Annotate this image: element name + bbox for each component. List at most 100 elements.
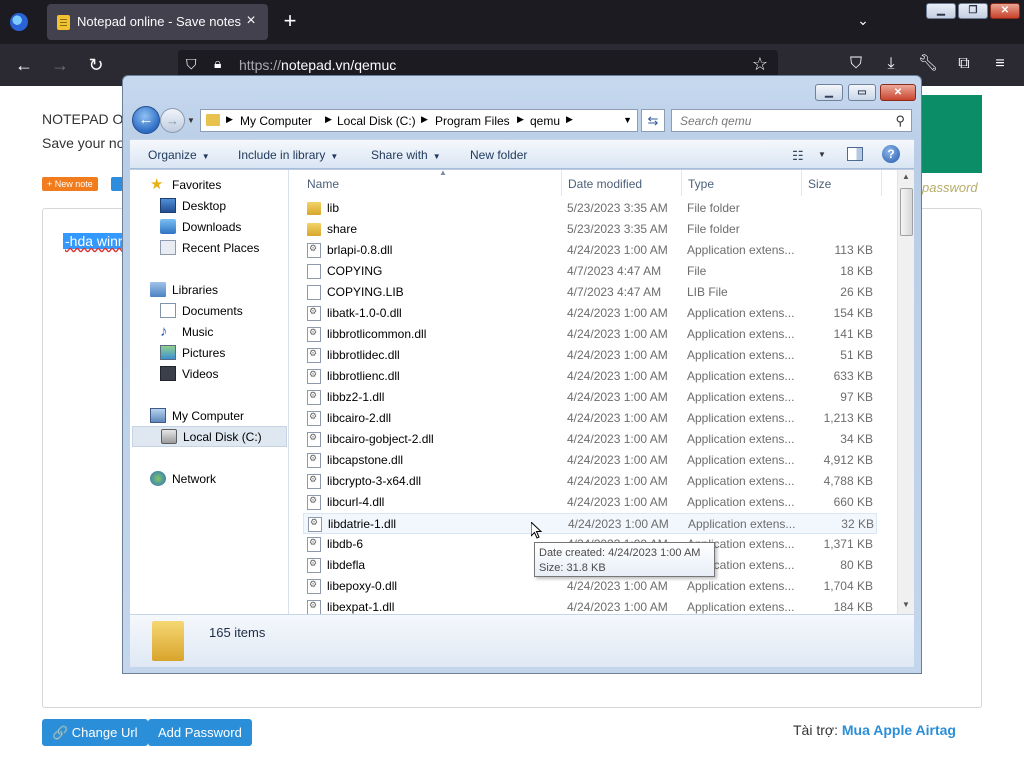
change-view-icon[interactable]: ☷: [792, 148, 804, 164]
refresh-icon[interactable]: ⇆: [641, 109, 665, 132]
nav-libraries[interactable]: Libraries: [150, 280, 280, 300]
file-row[interactable]: libcairo-2.dll 4/24/2023 1:00 AM Applicati…: [303, 408, 877, 429]
include-in-library-button[interactable]: Include in library ▼: [238, 148, 338, 162]
nav-documents[interactable]: Documents: [160, 301, 280, 321]
add-password-button[interactable]: Add Password: [148, 719, 252, 746]
extensions-icon[interactable]: ⧉: [953, 53, 975, 75]
scrollbar-thumb[interactable]: [900, 188, 913, 236]
column-header-date-modified[interactable]: Date modified: [562, 170, 682, 196]
nav-music[interactable]: ♪ Music: [160, 322, 280, 342]
file-row[interactable]: libdatrie-1.dll 4/24/2023 1:00 AM Applicat…: [303, 513, 877, 534]
forward-arrow-icon[interactable]: →: [49, 54, 71, 76]
file-row[interactable]: brlapi-0.8.dll 4/24/2023 1:00 AM Applicati…: [303, 240, 877, 261]
tracking-shield-icon[interactable]: ⛉: [186, 56, 200, 72]
preview-pane-icon[interactable]: [847, 147, 863, 161]
ad-banner[interactable]: [920, 95, 982, 173]
scroll-down-icon[interactable]: ▼: [902, 600, 910, 609]
change-url-button[interactable]: 🔗 Change Url: [42, 719, 148, 746]
nav-downloads[interactable]: Downloads: [160, 217, 280, 237]
tooltip-date-created: Date created: 4/24/2023 1:00 AM: [539, 547, 701, 559]
explorer-back-icon[interactable]: ←: [132, 106, 160, 134]
nav-my-computer[interactable]: My Computer: [150, 406, 280, 426]
pocket-icon[interactable]: ⛉: [845, 53, 867, 75]
breadcrumb-separator-icon[interactable]: ▶: [517, 114, 524, 125]
file-row[interactable]: libbrotlienc.dll 4/24/2023 1:00 AM Applica…: [303, 366, 877, 387]
scroll-up-icon[interactable]: ▲: [902, 172, 910, 181]
menu-hamburger-icon[interactable]: ≡: [989, 53, 1011, 75]
nav-recent-places[interactable]: Recent Places: [160, 238, 280, 258]
file-row[interactable]: COPYING.LIB 4/7/2023 4:47 AM LIB File 26 KB: [303, 282, 877, 303]
nav-network[interactable]: Network: [150, 469, 280, 489]
breadcrumb-separator-icon[interactable]: ▶: [325, 114, 332, 125]
file-row[interactable]: libcairo-gobject-2.dll 4/24/2023 1:00 AM A…: [303, 429, 877, 450]
search-icon[interactable]: ⚲: [895, 113, 905, 129]
password-link[interactable]: password: [922, 180, 978, 195]
breadcrumb-separator-icon[interactable]: ▶: [421, 114, 428, 125]
browser-tab-notepad[interactable]: Notepad online - Save notes on ×: [47, 4, 268, 40]
file-row[interactable]: libbrotlicommon.dll 4/24/2023 1:00 AM Appl…: [303, 324, 877, 345]
file-row[interactable]: share 5/23/2023 3:35 AM File folder: [303, 219, 877, 240]
window-restore-button[interactable]: ❐: [958, 3, 988, 19]
wrench-icon[interactable]: 🔧︎: [917, 53, 939, 75]
file-row[interactable]: libbrotlidec.dll 4/24/2023 1:00 AM Applica…: [303, 345, 877, 366]
help-icon[interactable]: ?: [882, 145, 900, 163]
nav-pictures[interactable]: Pictures: [160, 343, 280, 363]
new-folder-button[interactable]: New folder: [470, 148, 527, 162]
window-close-button[interactable]: ✕: [990, 3, 1020, 19]
column-header-type[interactable]: Type: [682, 170, 802, 196]
column-header-size[interactable]: Size: [802, 170, 882, 196]
address-dropdown-icon[interactable]: ▼: [623, 115, 632, 125]
explorer-maximize-button[interactable]: ▭: [848, 84, 876, 101]
explorer-forward-icon[interactable]: →: [160, 108, 185, 133]
file-row[interactable]: libcurl-4.dll 4/24/2023 1:00 AM Applicatio…: [303, 492, 877, 513]
share-with-button[interactable]: Share with ▼: [371, 148, 441, 162]
back-arrow-icon[interactable]: ←: [13, 54, 35, 76]
file-row[interactable]: lib 5/23/2023 3:35 AM File folder: [303, 198, 877, 219]
file-row[interactable]: libexpat-1.dll 4/24/2023 1:00 AM Applicati…: [303, 597, 877, 614]
breadcrumb-my-computer[interactable]: My Computer: [240, 114, 312, 128]
organize-button[interactable]: Organize ▼: [148, 148, 210, 162]
file-size: 18 KB: [840, 264, 873, 278]
new-note-badge[interactable]: + New note: [42, 177, 98, 191]
file-date-modified: 4/24/2023 1:00 AM: [567, 348, 668, 362]
nav-local-disk[interactable]: Local Disk (C:): [132, 426, 287, 447]
bookmark-star-icon[interactable]: ☆: [752, 54, 768, 75]
file-row[interactable]: libepoxy-0.dll 4/24/2023 1:00 AM Applicati…: [303, 576, 877, 597]
window-minimize-button[interactable]: ▁: [926, 3, 956, 19]
breadcrumb-qemu[interactable]: qemu: [530, 114, 560, 128]
firefox-logo-icon[interactable]: [10, 13, 28, 31]
nav-desktop[interactable]: Desktop: [160, 196, 280, 216]
file-size: 1,704 KB: [823, 579, 873, 593]
nav-videos[interactable]: Videos: [160, 364, 280, 384]
lock-icon[interactable]: 🔒︎: [214, 55, 221, 72]
explorer-minimize-button[interactable]: ▁: [815, 84, 843, 101]
search-input[interactable]: Search qemu ⚲: [671, 109, 912, 132]
tab-close-icon[interactable]: ×: [242, 12, 260, 30]
reload-icon[interactable]: ↻: [85, 54, 107, 76]
file-row[interactable]: libatk-1.0-0.dll 4/24/2023 1:00 AM Applica…: [303, 303, 877, 324]
file-name: libcurl-4.dll: [327, 495, 385, 509]
sponsor-link[interactable]: Mua Apple Airtag: [842, 722, 956, 738]
list-all-tabs-chevron-icon[interactable]: ⌄: [853, 12, 873, 32]
file-row[interactable]: libbz2-1.dll 4/24/2023 1:00 AM Application…: [303, 387, 877, 408]
breadcrumb-local-disk[interactable]: Local Disk (C:): [337, 114, 416, 128]
address-bar[interactable]: ▶ My Computer ▶ Local Disk (C:) ▶ Progra…: [200, 109, 638, 132]
downloads-icon[interactable]: ⤓: [880, 53, 902, 75]
file-row[interactable]: libcrypto-3-x64.dll 4/24/2023 1:00 AM Appl…: [303, 471, 877, 492]
vertical-scrollbar[interactable]: ▲ ▼: [897, 170, 914, 614]
nav-favorites[interactable]: ★ Favorites: [150, 175, 280, 195]
file-name: share: [327, 222, 358, 236]
column-header-name[interactable]: Name ▲: [301, 170, 562, 196]
recent-pages-chevron-icon[interactable]: ▼: [187, 116, 195, 125]
breadcrumb-separator-icon[interactable]: ▶: [566, 114, 573, 125]
breadcrumb-program-files[interactable]: Program Files: [435, 114, 510, 128]
file-row[interactable]: libcapstone.dll 4/24/2023 1:00 AM Applicat…: [303, 450, 877, 471]
url-text[interactable]: https://notepad.vn/qemuc: [239, 57, 396, 73]
view-options-chevron-icon[interactable]: ▼: [818, 150, 826, 159]
new-tab-icon[interactable]: +: [280, 10, 300, 32]
explorer-close-button[interactable]: ✕: [880, 84, 916, 101]
file-size: 51 KB: [840, 348, 873, 362]
breadcrumb-separator-icon[interactable]: ▶: [226, 114, 233, 125]
dll-file-icon: [307, 243, 321, 258]
file-row[interactable]: COPYING 4/7/2023 4:47 AM File 18 KB: [303, 261, 877, 282]
